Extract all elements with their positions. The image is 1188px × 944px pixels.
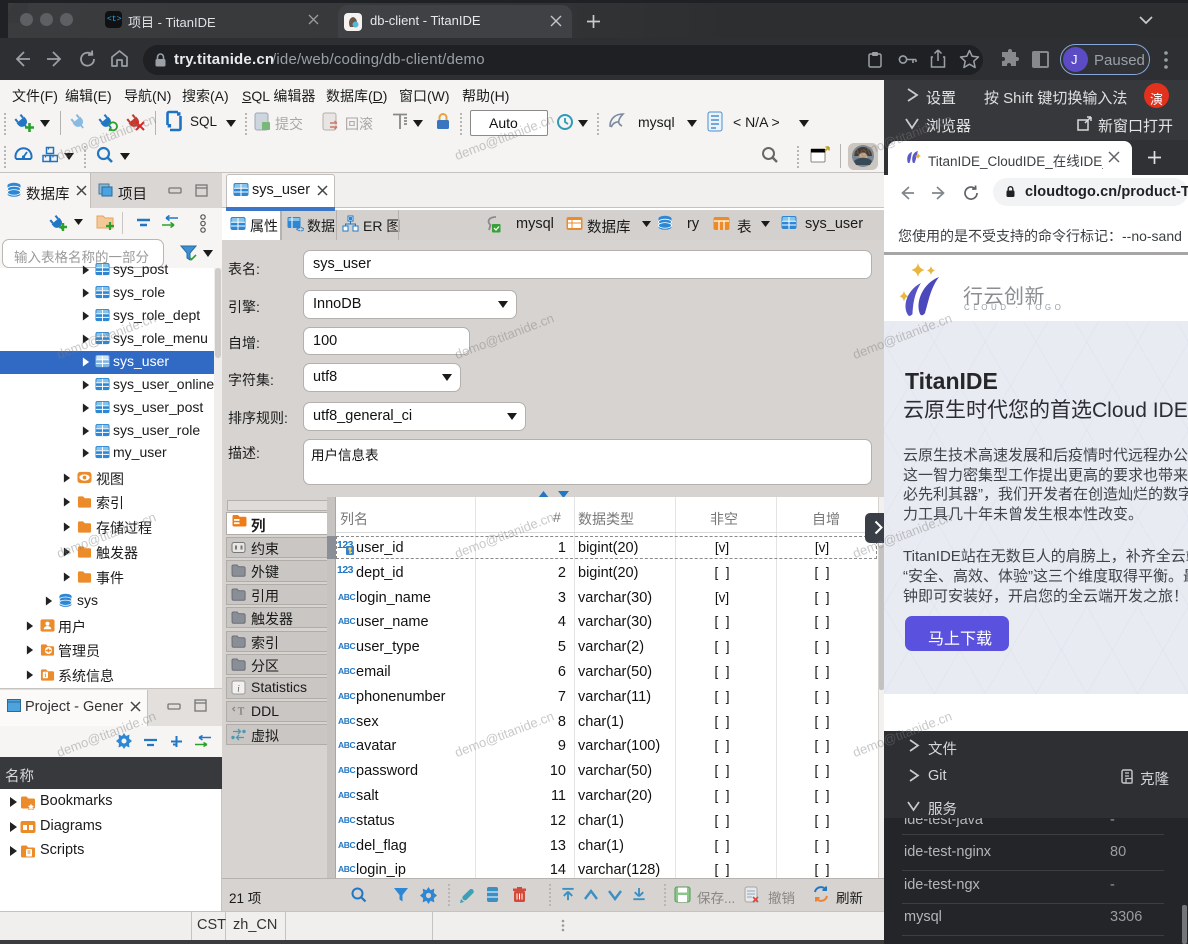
svg-text:T: T bbox=[238, 705, 245, 717]
svg-text:i: i bbox=[44, 673, 46, 679]
svg-text:<>: <> bbox=[296, 225, 304, 232]
